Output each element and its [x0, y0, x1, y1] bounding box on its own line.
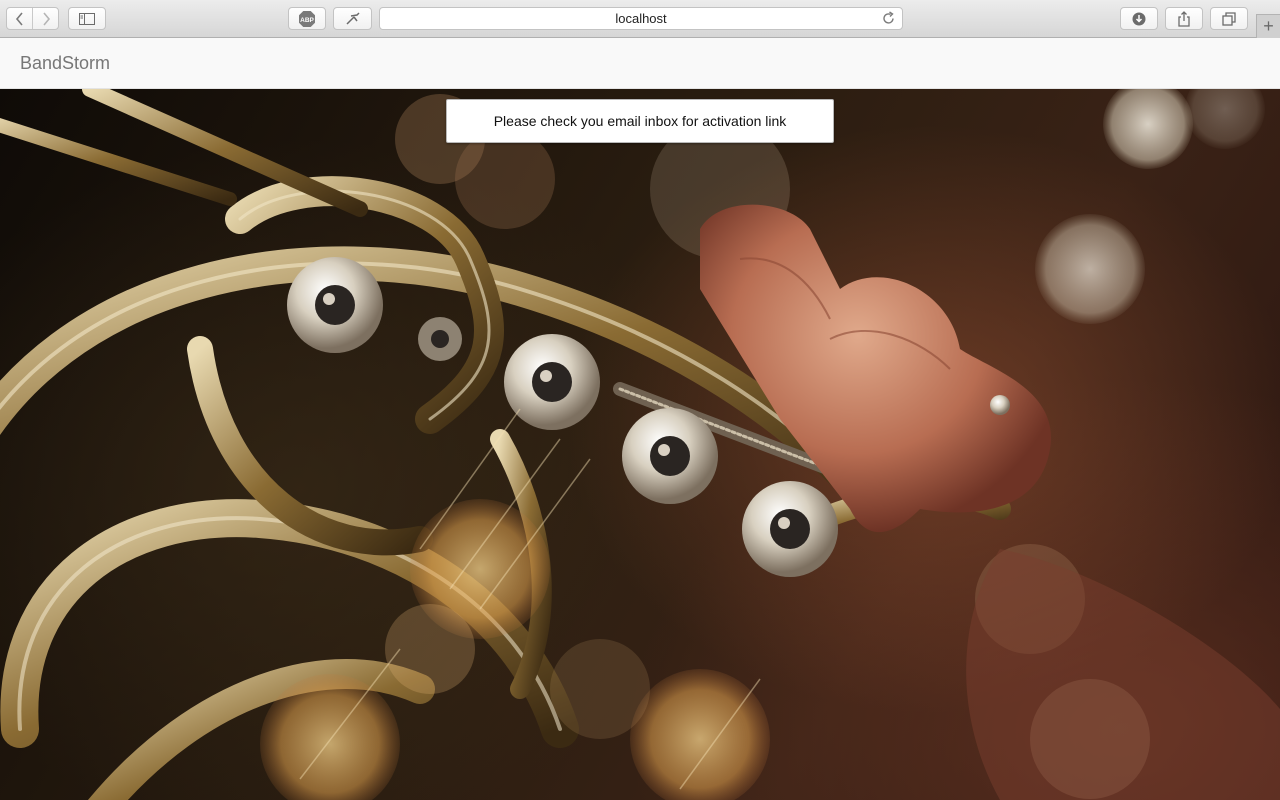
download-icon: [1132, 12, 1146, 25]
back-button[interactable]: [7, 8, 32, 29]
downloads-button[interactable]: [1120, 7, 1158, 30]
share-button[interactable]: [1165, 7, 1203, 30]
plus-icon: +: [1263, 16, 1274, 36]
new-tab-button[interactable]: +: [1256, 14, 1280, 38]
reload-icon[interactable]: [881, 11, 896, 26]
hero-background-image: Please check you email inbox for activat…: [0, 89, 1280, 800]
browser-toolbar: ABP localhost +: [0, 0, 1280, 38]
alert-message: Please check you email inbox for activat…: [493, 113, 787, 129]
site-navbar: BandStorm: [0, 38, 1280, 89]
forward-button[interactable]: [32, 8, 58, 29]
share-icon: [1178, 10, 1190, 27]
address-bar[interactable]: localhost: [379, 7, 903, 30]
url-text: localhost: [615, 11, 667, 26]
brand-link[interactable]: BandStorm: [20, 53, 110, 74]
tabs-overview-icon: [1222, 11, 1236, 26]
chevron-left-icon: [15, 11, 23, 26]
tabs-overview-button[interactable]: [1210, 7, 1248, 30]
chevron-right-icon: [43, 11, 50, 26]
sidebar-icon: [79, 12, 95, 25]
adblock-button[interactable]: ABP: [288, 7, 326, 30]
sidebar-button[interactable]: [68, 7, 106, 30]
french-horn-illustration: [0, 89, 1280, 800]
svg-text:ABP: ABP: [300, 16, 314, 23]
pen-tool-icon: [345, 11, 360, 25]
adblock-icon: ABP: [299, 10, 315, 27]
activation-alert: Please check you email inbox for activat…: [446, 99, 834, 143]
extension-button[interactable]: [333, 7, 372, 30]
nav-buttons: [6, 7, 59, 30]
